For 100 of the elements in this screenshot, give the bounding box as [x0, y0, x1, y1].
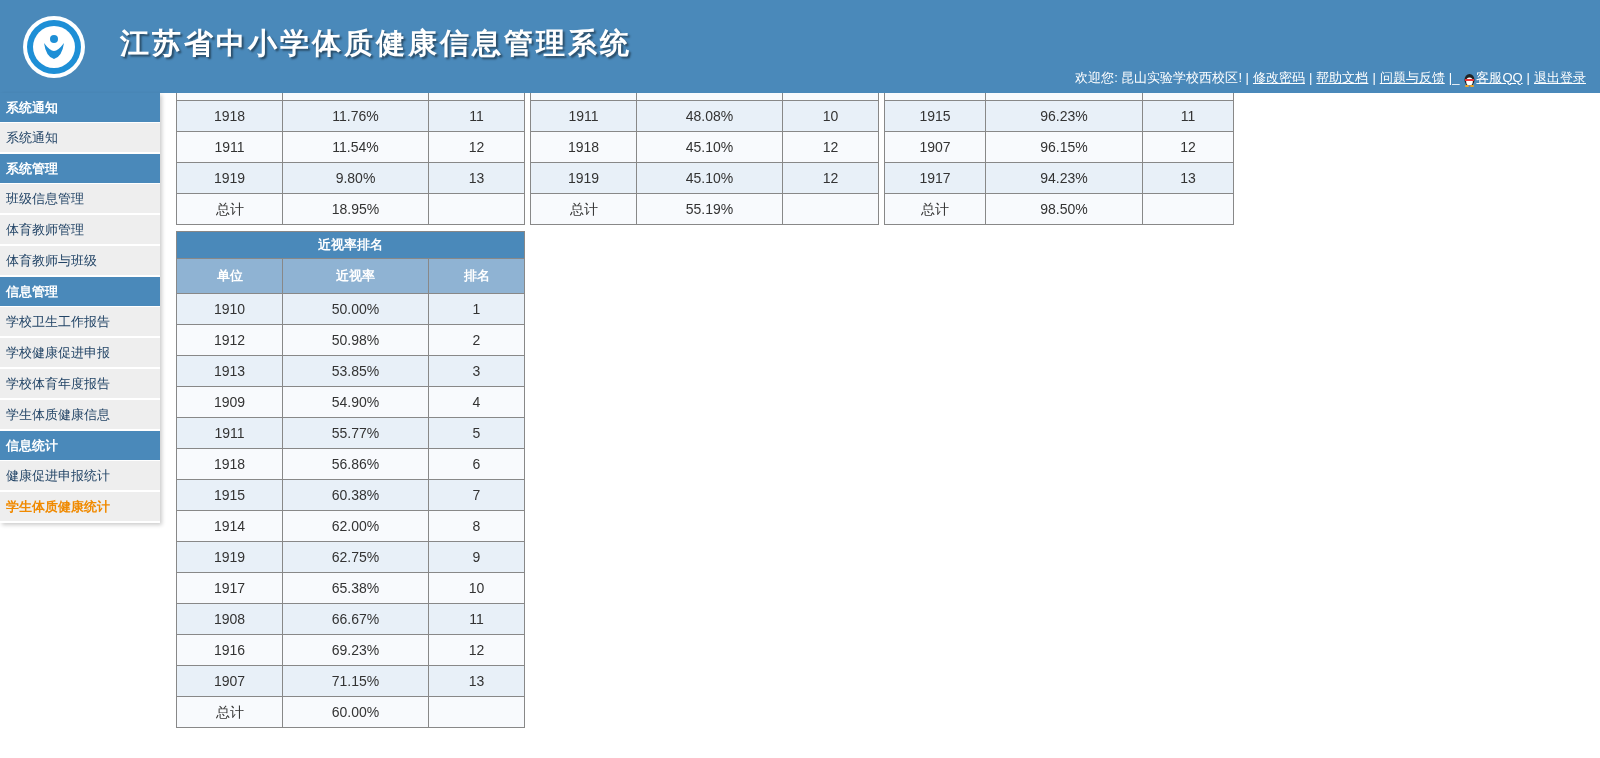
sidebar-item[interactable]: 体育教师管理: [0, 215, 160, 246]
table-cell: 1919: [530, 163, 637, 194]
header-link[interactable]: 帮助文档: [1316, 67, 1369, 87]
sidebar-item[interactable]: 学生体质健康信息: [0, 400, 160, 431]
table-cell: 1910: [176, 294, 283, 325]
table-cell: 1912: [176, 325, 283, 356]
sidebar-item[interactable]: 体育教师与班级: [0, 246, 160, 277]
sidebar-section-header: 系统通知: [0, 93, 160, 123]
table-cell: 13: [429, 666, 525, 697]
table-cell: 总计: [176, 194, 283, 225]
table-cell: 3: [429, 356, 525, 387]
table-cell: 1911: [176, 418, 283, 449]
table-cell: 56.86%: [283, 449, 429, 480]
table-cell: 65.38%: [283, 573, 429, 604]
table-cell: 69.23%: [283, 635, 429, 666]
table-cell: 18.95%: [283, 194, 429, 225]
table-cell: 5: [429, 418, 525, 449]
welcome-text: |_: [1448, 68, 1460, 87]
table-cell: 12: [429, 635, 525, 666]
table-cell: 11: [429, 101, 525, 132]
table-cell: 8: [429, 511, 525, 542]
table-cell: 1913: [176, 356, 283, 387]
header-link[interactable]: 问题与反馈: [1379, 67, 1445, 87]
table-cell: 98.50%: [986, 194, 1143, 225]
welcome-text: 欢迎您: 昆山实验学校西校区! |: [1075, 68, 1249, 87]
table-cell: 60.38%: [283, 480, 429, 511]
table-cell: 1915: [884, 101, 986, 132]
table-cell: 1915: [176, 480, 283, 511]
logo-icon: [22, 14, 86, 79]
sidebar-item[interactable]: 学校体育年度报告: [0, 369, 160, 400]
sidebar-section-header: 信息统计: [0, 431, 160, 461]
table-cell: 1917: [176, 573, 283, 604]
table-cell: 94.23%: [986, 163, 1143, 194]
table-cell: 11.54%: [283, 132, 429, 163]
table-cell: 9: [429, 542, 525, 573]
table-cell: 55.19%: [637, 194, 783, 225]
table-cell: 总计: [884, 194, 986, 225]
table-cell: 60.00%: [283, 697, 429, 728]
table-cell: 1909: [176, 387, 283, 418]
table-cell: 45.10%: [637, 163, 783, 194]
table-cell: 71.15%: [283, 666, 429, 697]
table-cell: 96.23%: [986, 101, 1143, 132]
system-title: 江苏省中小学体质健康信息管理系统: [120, 25, 632, 61]
sidebar-item[interactable]: 系统通知: [0, 123, 160, 154]
table-cell: 1: [429, 294, 525, 325]
table-cell: 54.90%: [283, 387, 429, 418]
table-cell: 1919: [176, 542, 283, 573]
table-cell: 62.00%: [283, 511, 429, 542]
table-cell: 1919: [176, 163, 283, 194]
table-cell: 1916: [176, 635, 283, 666]
sidebar-section-header: 系统管理: [0, 154, 160, 184]
column-header: 单位: [176, 259, 283, 294]
column-header: 排名: [429, 259, 525, 294]
table-cell: 48.08%: [637, 101, 783, 132]
sidebar-item[interactable]: 健康促进申报统计: [0, 461, 160, 492]
table-cell: 12: [783, 132, 879, 163]
table-cell: 1908: [176, 604, 283, 635]
table-cell: 66.67%: [283, 604, 429, 635]
table-cell: 1907: [176, 666, 283, 697]
table-cell: 总计: [176, 697, 283, 728]
table-cell: 总计: [530, 194, 637, 225]
table-cell: 13: [1143, 163, 1234, 194]
table-cell: 2: [429, 325, 525, 356]
table-cell: 12: [429, 132, 525, 163]
sidebar-item[interactable]: 学校卫生工作报告: [0, 307, 160, 338]
table-cell: 1911: [176, 132, 283, 163]
table-cell: 10: [429, 573, 525, 604]
welcome-text: |: [1526, 68, 1530, 87]
table-cell: 12: [1143, 132, 1234, 163]
table-cell: 1918: [176, 449, 283, 480]
header-link[interactable]: 退出登录: [1534, 67, 1586, 87]
table-title: 近视率排名: [176, 231, 525, 259]
welcome-text: |: [1372, 68, 1376, 87]
table-cell: 53.85%: [283, 356, 429, 387]
table-cell: 7: [429, 480, 525, 511]
sidebar-item[interactable]: 学校健康促进申报: [0, 338, 160, 369]
table-cell: 13: [429, 163, 525, 194]
column-header: 近视率: [283, 259, 429, 294]
header-link[interactable]: 修改密码: [1253, 67, 1305, 87]
table-cell: 12: [783, 163, 879, 194]
table-cell: 9.80%: [283, 163, 429, 194]
welcome-text: |: [1309, 68, 1313, 87]
sidebar-item[interactable]: 班级信息管理: [0, 184, 160, 215]
table-cell: 1917: [884, 163, 986, 194]
table-cell: 1918: [176, 101, 283, 132]
sidebar-section-header: 信息管理: [0, 277, 160, 307]
table-cell: 10: [783, 101, 879, 132]
table-cell: 11: [429, 604, 525, 635]
table-cell: 55.77%: [283, 418, 429, 449]
table-cell: 50.98%: [283, 325, 429, 356]
table-cell: 1911: [530, 101, 637, 132]
table-cell: 1914: [176, 511, 283, 542]
table-cell: 62.75%: [283, 542, 429, 573]
table-cell: 45.10%: [637, 132, 783, 163]
table-cell: 6: [429, 449, 525, 480]
table-cell: 50.00%: [283, 294, 429, 325]
table-cell: 11.76%: [283, 101, 429, 132]
table-cell: 4: [429, 387, 525, 418]
table-cell: 1918: [530, 132, 637, 163]
header-link[interactable]: 客服QQ: [1476, 67, 1523, 87]
